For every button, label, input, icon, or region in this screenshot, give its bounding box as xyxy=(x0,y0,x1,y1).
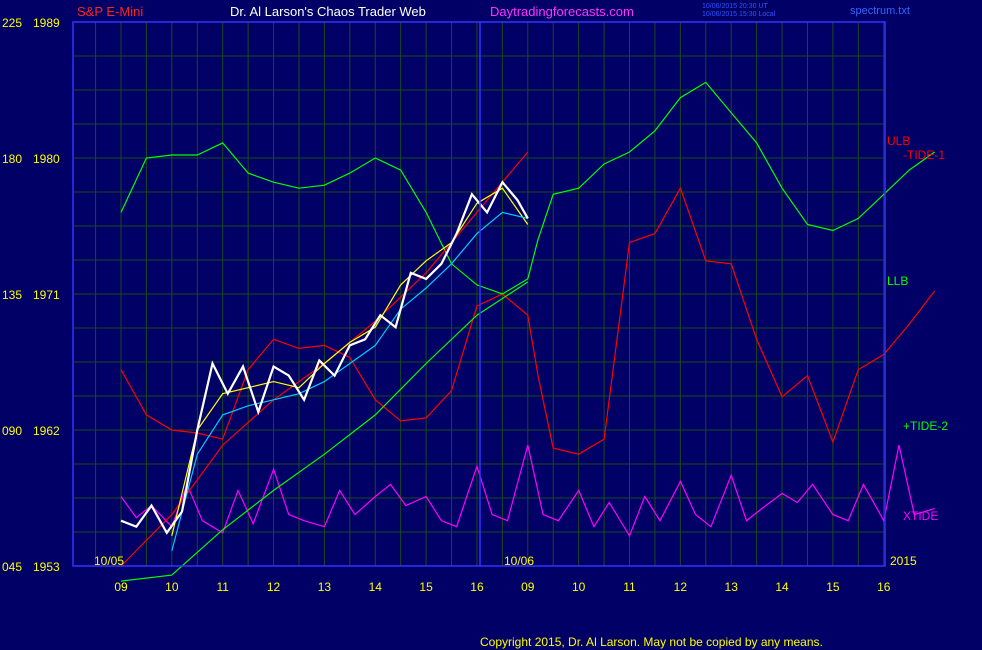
x-tick-label: 13 xyxy=(725,580,739,594)
y-tick-inner: 1971 xyxy=(33,288,60,302)
date-label-start: 10/05 xyxy=(94,554,124,568)
timestamp-utc: 10/06/2015 20:30 UT xyxy=(702,3,768,10)
x-tick-label: 12 xyxy=(674,580,688,594)
y-tick-outer: 045 xyxy=(2,560,22,574)
x-tick-label: 10 xyxy=(572,580,586,594)
x-tick-label: 13 xyxy=(318,580,332,594)
line-label-llb: LLB xyxy=(887,274,908,288)
date-label-end: 2015 xyxy=(890,554,917,568)
site-url[interactable]: Daytradingforecasts.com xyxy=(490,4,634,19)
x-tick-label: 14 xyxy=(369,580,383,594)
x-tick-label: 11 xyxy=(216,580,229,594)
x-tick-label: 15 xyxy=(826,580,840,594)
y-tick-outer: 090 xyxy=(2,424,22,438)
y-tick-outer: 135 xyxy=(2,288,22,302)
x-tick-label: 09 xyxy=(521,580,535,594)
y-tick-outer: 225 xyxy=(2,16,22,30)
x-tick-label: 11 xyxy=(623,580,636,594)
y-tick-inner: 1980 xyxy=(33,152,60,166)
site-title: Dr. Al Larson's Chaos Trader Web xyxy=(230,4,426,19)
line-label-tide-1: -TIDE-1 xyxy=(903,148,945,162)
copyright: Copyright 2015, Dr. Al Larson. May not b… xyxy=(480,635,823,649)
x-tick-label: 14 xyxy=(775,580,789,594)
x-tick-label: 09 xyxy=(114,580,128,594)
line-label-xtide: XTIDE xyxy=(903,509,938,523)
filename: spectrum.txt xyxy=(850,5,910,17)
x-tick-label: 15 xyxy=(419,580,433,594)
y-tick-inner: 1989 xyxy=(33,16,60,30)
line-label-tide-2: +TIDE-2 xyxy=(903,419,948,433)
x-tick-label: 16 xyxy=(877,580,891,594)
instrument-title: S&P E-Mini xyxy=(77,4,143,19)
chart-background xyxy=(0,0,982,650)
x-tick-label: 12 xyxy=(267,580,281,594)
y-tick-inner: 1962 xyxy=(33,424,60,438)
timestamp-local: 10/06/2015 15:30 Local xyxy=(702,11,776,18)
line-label-ulb: ULB xyxy=(887,134,910,148)
x-tick-label: 10 xyxy=(165,580,179,594)
y-tick-outer: 180 xyxy=(2,152,22,166)
y-tick-inner: 1953 xyxy=(33,560,60,574)
date-label-divider: 10/06 xyxy=(504,554,534,568)
chart-canvas: 225 1989 180 1980 135 1971 090 1962 045 1953 09 10… xyxy=(0,0,982,650)
x-tick-label: 16 xyxy=(470,580,484,594)
